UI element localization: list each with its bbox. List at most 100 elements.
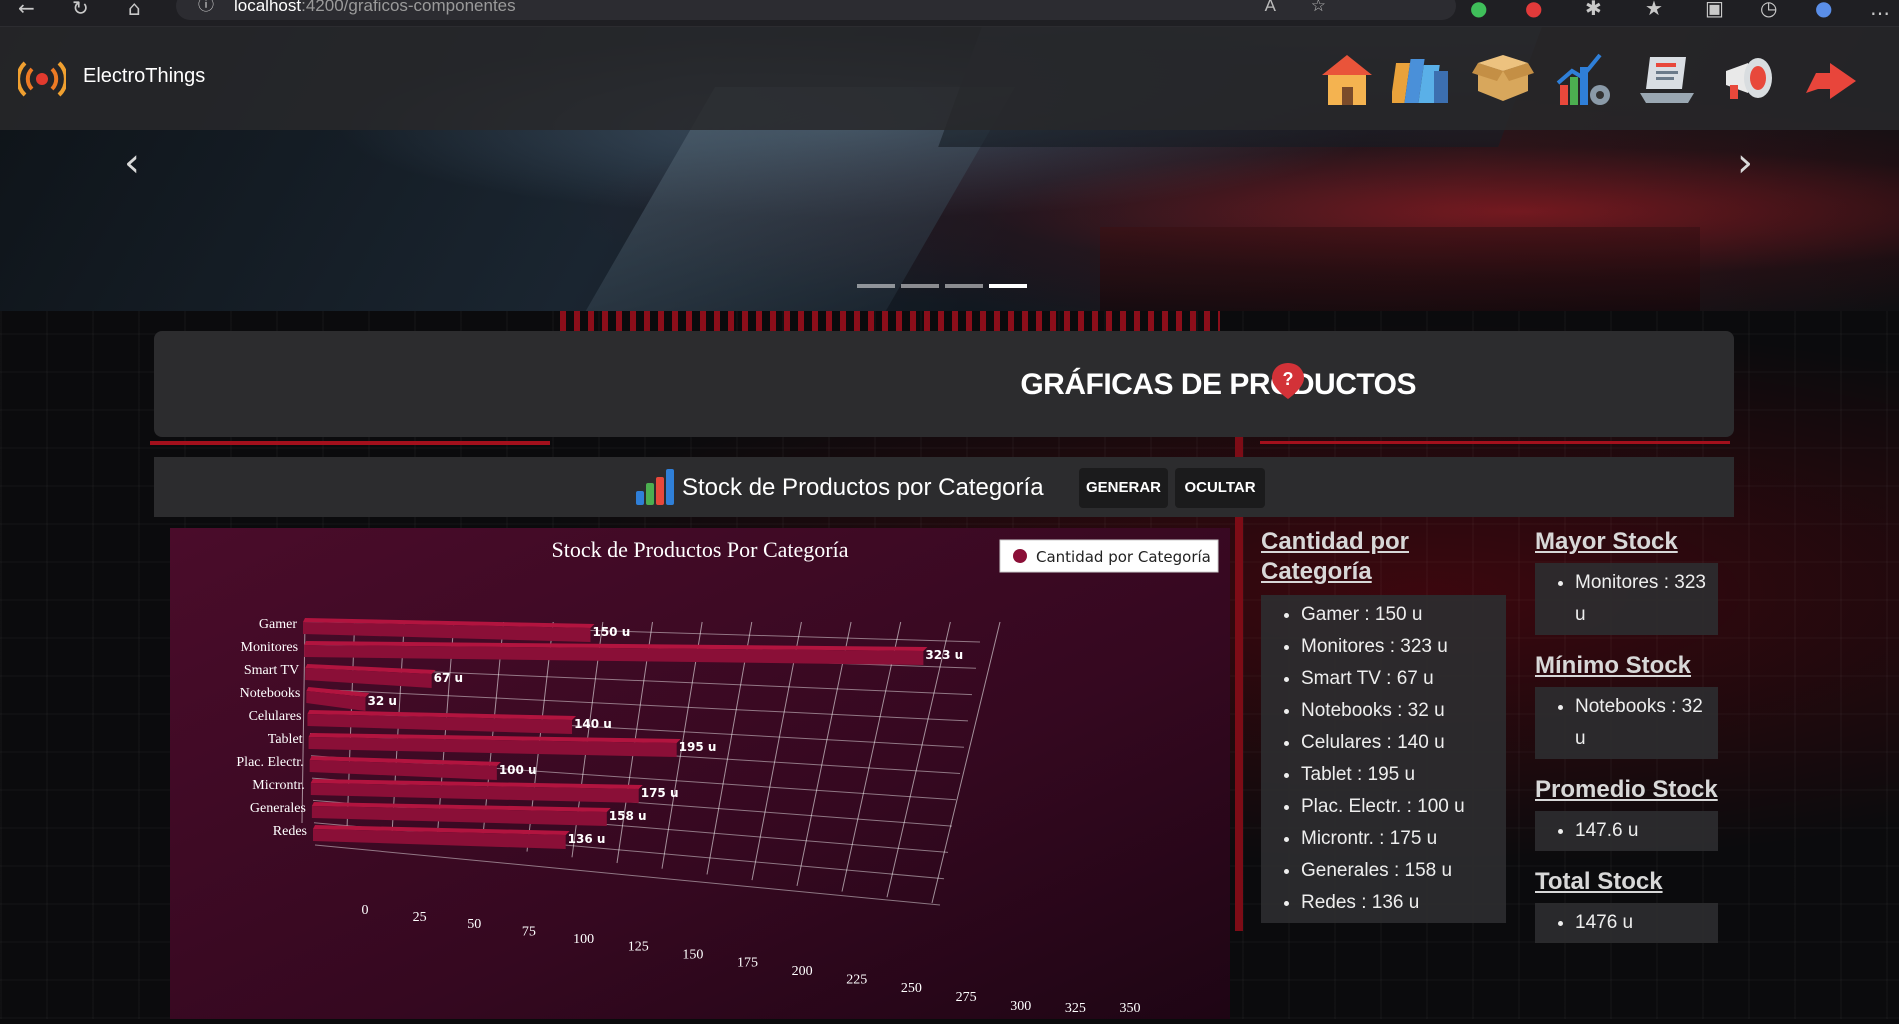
ocultar-button[interactable]: OCULTAR	[1175, 468, 1265, 508]
mayor-heading[interactable]: Mayor Stock	[1535, 527, 1718, 557]
cantidad-list: Gamer : 150 u Monitores : 323 u Smart TV…	[1261, 595, 1506, 923]
total-stock: Total Stock 1476 u	[1535, 867, 1718, 943]
x-tick-label: 75	[522, 924, 536, 939]
list-item: Monitores : 323 u	[1575, 567, 1710, 631]
chart-section-header: Stock de Productos por Categoría GENERAR…	[154, 457, 1734, 517]
favorites-icon[interactable]: ★	[1645, 0, 1663, 20]
data-label: 140 u	[574, 717, 612, 731]
x-tick-label: 325	[1065, 1001, 1086, 1016]
list-item: Notebooks : 32 u	[1301, 695, 1498, 727]
x-tick-label: 25	[413, 910, 427, 925]
carousel-indicator[interactable]	[945, 284, 983, 288]
promedio-list: 147.6 u	[1535, 811, 1718, 851]
home-icon[interactable]	[1316, 49, 1378, 111]
category-label: Smart TV	[244, 663, 299, 678]
navbar: ElectroThings	[0, 27, 1899, 130]
open-box-icon[interactable]	[1472, 49, 1534, 111]
total-list: 1476 u	[1535, 903, 1718, 943]
history-icon[interactable]: ◷	[1760, 0, 1777, 20]
site-info-icon[interactable]: ⓘ	[198, 0, 214, 20]
x-tick-label: 350	[1120, 1001, 1141, 1016]
list-item: Plac. Electr. : 100 u	[1301, 791, 1498, 823]
carousel-indicators	[857, 275, 1033, 293]
carousel-indicator-active[interactable]	[989, 284, 1027, 288]
data-label: 100 u	[499, 763, 537, 777]
chart-title: Stock de Productos Por Categoría	[552, 537, 849, 562]
list-item: Smart TV : 67 u	[1301, 663, 1498, 695]
category-label: Generales	[250, 801, 306, 816]
x-tick-label: 200	[792, 964, 813, 979]
total-heading[interactable]: Total Stock	[1535, 867, 1718, 897]
chart-gear-icon[interactable]	[1554, 49, 1616, 111]
chart-legend[interactable]: Cantidad por Categoría	[999, 539, 1219, 573]
profile-icon[interactable]: ●	[1815, 0, 1832, 20]
back-icon[interactable]: ←	[18, 0, 35, 20]
category-label: Celulares	[249, 709, 302, 724]
home-browser-icon[interactable]: ⌂	[128, 0, 141, 20]
list-item: Notebooks : 32 u	[1575, 691, 1710, 755]
x-tick-label: 50	[467, 917, 481, 932]
minimo-heading[interactable]: Mínimo Stock	[1535, 651, 1718, 681]
laptop-list-icon[interactable]	[1636, 49, 1698, 111]
category-label: Monitores	[241, 640, 299, 655]
data-label: 32 u	[367, 694, 396, 708]
list-item: Tablet : 195 u	[1301, 759, 1498, 791]
list-item: Celulares : 140 u	[1301, 727, 1498, 759]
generar-button[interactable]: GENERAR	[1079, 468, 1168, 508]
favorite-add-icon[interactable]: ☆	[1311, 0, 1326, 20]
x-tick-label: 175	[737, 956, 758, 971]
logout-icon[interactable]	[1800, 49, 1862, 111]
stock-bar-chart: Stock de Productos Por Categoría Cantida…	[170, 528, 1230, 1019]
help-question-icon[interactable]: ?	[1266, 359, 1310, 403]
category-label: Tablet	[268, 732, 303, 747]
list-item: Generales : 158 u	[1301, 855, 1498, 887]
collections-icon[interactable]: ▣	[1705, 0, 1724, 20]
data-label: 175 u	[641, 786, 679, 800]
legend-label: Cantidad por Categoría	[1036, 548, 1211, 566]
legend-marker	[1013, 549, 1027, 563]
brand-name[interactable]: ElectroThings	[83, 65, 205, 88]
category-label: Redes	[273, 824, 307, 839]
promedio-heading[interactable]: Promedio Stock	[1535, 775, 1718, 805]
x-tick-label: 150	[682, 947, 703, 962]
read-aloud-icon[interactable]: A	[1265, 0, 1276, 20]
data-label: 158 u	[609, 809, 647, 823]
category-label: Notebooks	[240, 686, 301, 701]
title-panel: GRÁFICAS DE PRODUCTOS ?	[154, 331, 1734, 437]
minimo-stock: Mínimo Stock Notebooks : 32 u	[1535, 651, 1718, 759]
address-bar[interactable]: ⓘ localhost:4200/graficos-componentes A …	[176, 0, 1456, 20]
x-tick-label: 300	[1010, 999, 1031, 1014]
megaphone-icon[interactable]	[1718, 49, 1780, 111]
category-label: Plac. Electr.	[236, 755, 303, 770]
mayor-list: Monitores : 323 u	[1535, 563, 1718, 635]
shield-extension-icon[interactable]: ●	[1470, 0, 1487, 20]
carousel-prev-icon[interactable]: ‹	[124, 140, 140, 186]
list-item: Monitores : 323 u	[1301, 631, 1498, 663]
cantidad-heading[interactable]: Cantidad por Categoría	[1261, 527, 1506, 587]
refresh-icon[interactable]: ↻	[72, 0, 89, 20]
x-tick-label: 225	[846, 972, 867, 987]
x-tick-label: 125	[628, 939, 649, 954]
category-label: Microntr.	[252, 778, 305, 793]
carousel-next-icon[interactable]: ›	[1737, 140, 1753, 186]
list-item: 1476 u	[1575, 907, 1710, 939]
address-url: localhost:4200/graficos-componentes	[234, 0, 516, 15]
category-label: Gamer	[259, 617, 297, 632]
carousel-indicator[interactable]	[857, 284, 895, 288]
broadcast-logo-icon[interactable]	[18, 59, 66, 99]
extensions-icon[interactable]: ✱	[1585, 0, 1602, 20]
catalog-books-icon[interactable]	[1392, 49, 1454, 111]
carousel-indicator[interactable]	[901, 284, 939, 288]
x-tick-label: 100	[573, 932, 594, 947]
data-label: 67 u	[434, 671, 463, 685]
promedio-stock: Promedio Stock 147.6 u	[1535, 775, 1718, 851]
more-icon[interactable]: …	[1870, 0, 1890, 20]
data-label: 323 u	[925, 648, 963, 662]
list-item: Microntr. : 175 u	[1301, 823, 1498, 855]
list-item: Redes : 136 u	[1301, 887, 1498, 919]
cantidad-por-categoria: Cantidad por Categoría Gamer : 150 u Mon…	[1261, 527, 1506, 923]
browser-toolbar: ← ↻ ⌂ ⓘ localhost:4200/graficos-componen…	[0, 0, 1899, 27]
data-label: 150 u	[592, 625, 630, 639]
svg-text:?: ?	[1283, 369, 1294, 389]
extension-icon[interactable]: ●	[1525, 0, 1542, 20]
